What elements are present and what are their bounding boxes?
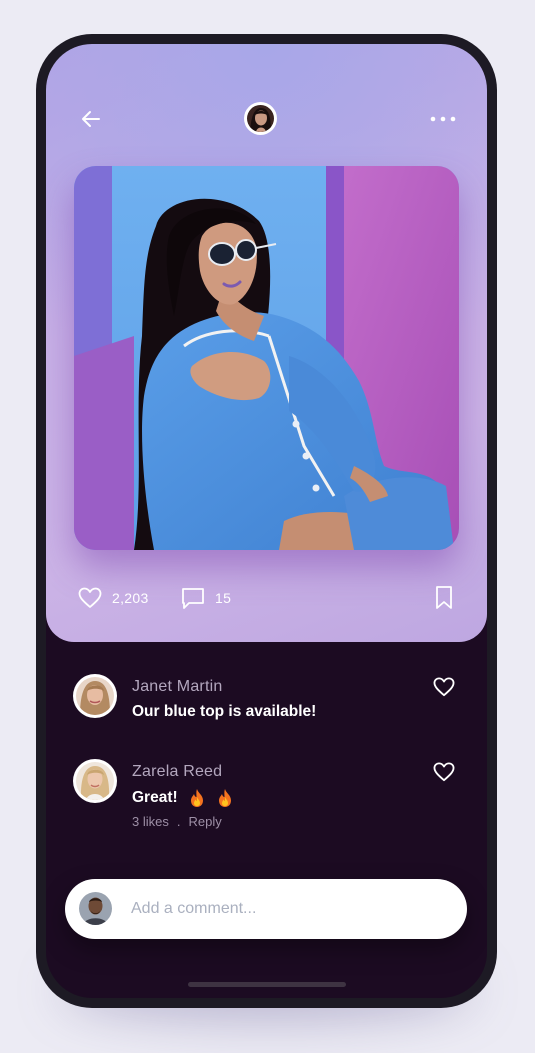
like-button[interactable]: 2,203 [78,585,149,611]
commenter-avatar[interactable] [73,759,117,803]
comment-text: Our blue top is available! [132,703,317,720]
comment-input[interactable] [131,893,441,925]
bookmark-icon [436,586,452,609]
like-count: 2,203 [112,590,149,606]
comment-meta: 3 likes. Reply [132,814,222,829]
comment-text: Great! [132,788,234,808]
post-photo[interactable] [74,166,459,550]
top-nav [46,102,487,136]
comment-count: 15 [215,590,232,606]
bookmark-button[interactable] [432,585,456,611]
commenter-avatar[interactable] [73,674,117,718]
fire-icon [218,789,231,807]
more-horizontal-icon [430,116,456,122]
heart-icon [433,762,455,782]
post-actions: 2,203 15 [46,582,487,614]
comment-like-button[interactable] [433,677,455,699]
post-photo-image [74,166,459,550]
profile-avatar-image [247,105,274,132]
comment-like-button[interactable] [433,762,455,784]
current-user-avatar [79,892,112,925]
meta-separator: . [176,814,181,829]
comment-icon [182,588,204,609]
commenter-name[interactable]: Janet Martin [132,678,222,696]
comment-like-count: 3 likes [132,814,169,829]
more-options-button[interactable] [428,106,458,132]
comment-composer [65,879,467,939]
profile-avatar[interactable] [244,102,277,135]
comment-button[interactable]: 15 [181,585,231,611]
heart-icon [433,677,455,697]
heart-icon [78,587,102,608]
commenter-name[interactable]: Zarela Reed [132,763,222,781]
phone-frame: 2,203 15 Janet Martin Our blue top is av… [36,34,497,1008]
fire-icon [190,789,203,807]
app-screen: 2,203 15 Janet Martin Our blue top is av… [46,44,487,998]
comment-text-content: Great! [132,789,178,806]
post-panel: 2,203 15 [46,44,487,642]
home-indicator[interactable] [188,982,346,987]
reply-link[interactable]: Reply [188,814,221,829]
arrow-left-icon [82,111,100,127]
back-button[interactable] [78,106,104,132]
